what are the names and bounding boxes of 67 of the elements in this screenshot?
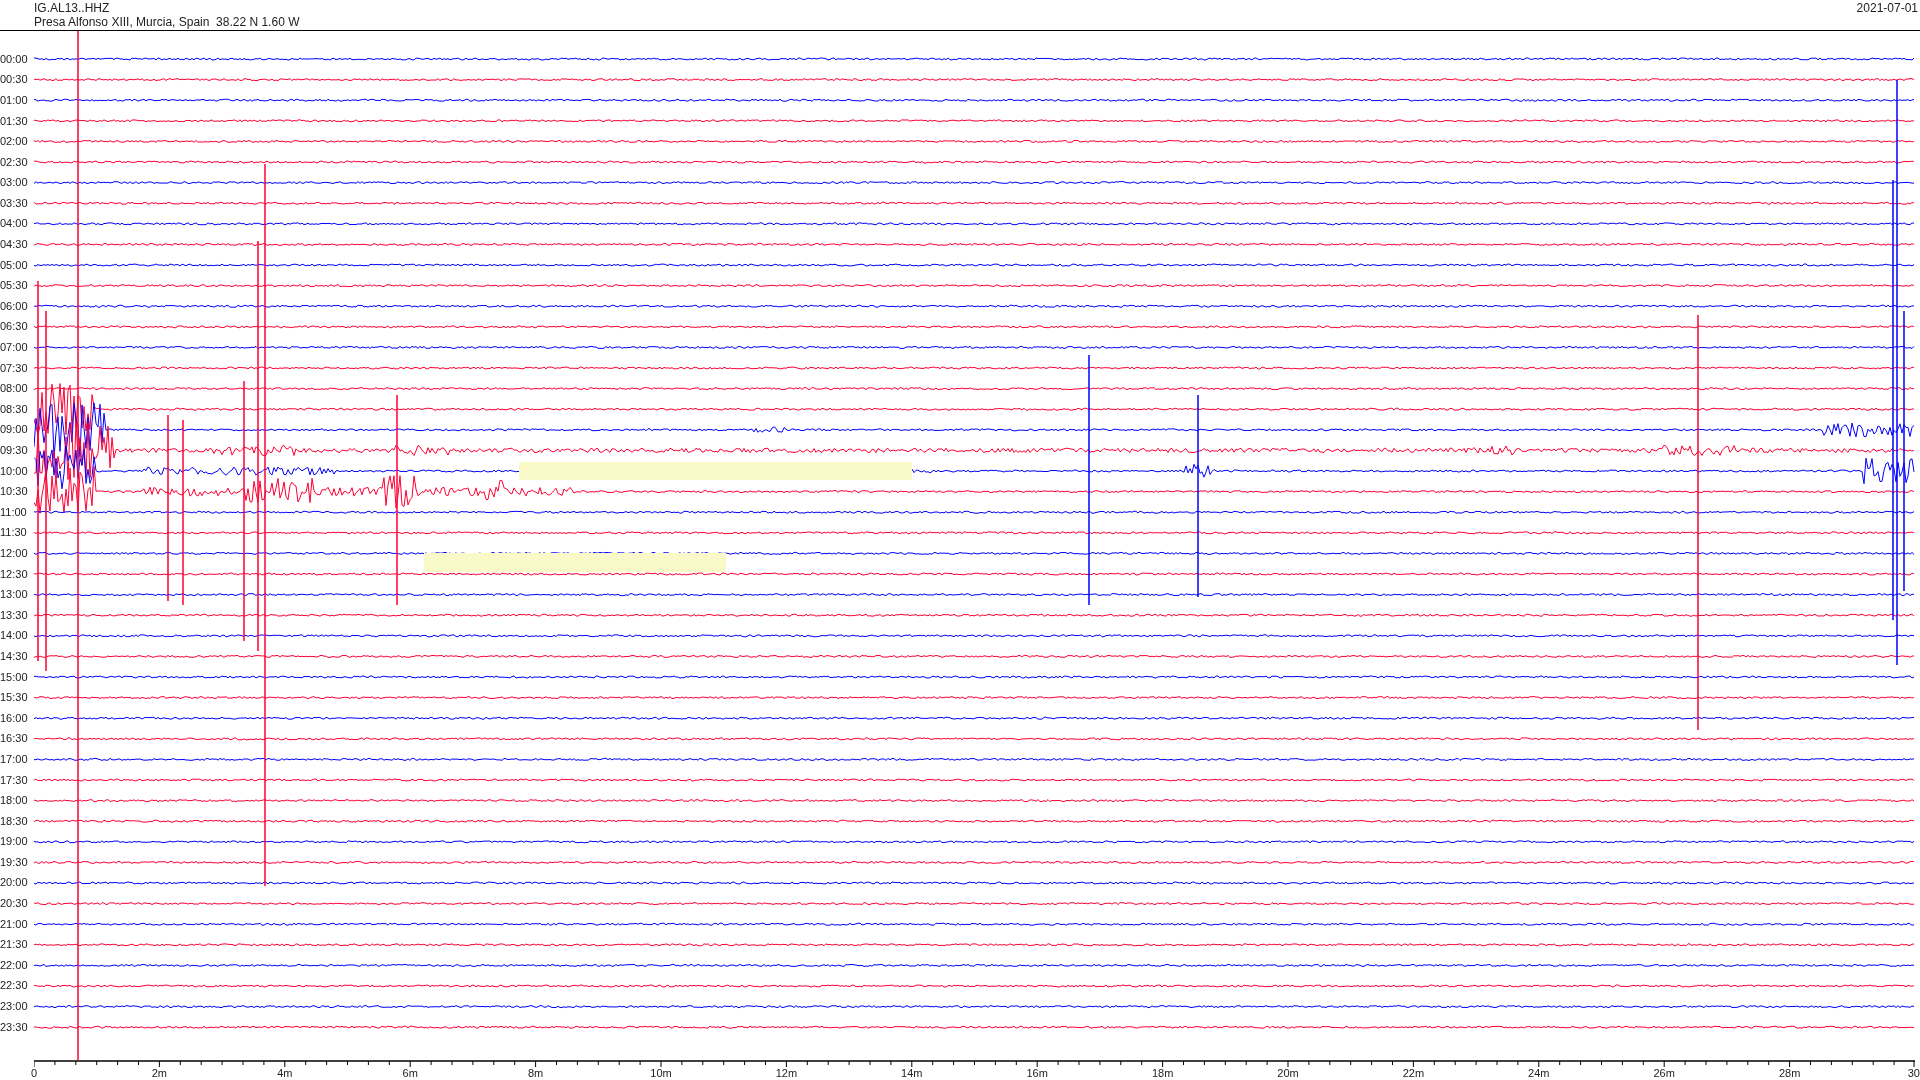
time-label: 10:00 — [0, 463, 28, 479]
time-label: 03:30 — [0, 195, 28, 211]
time-label: 13:00 — [0, 587, 28, 603]
time-label: 16:30 — [0, 731, 28, 747]
axis-tick-label: 0 — [31, 1067, 38, 1080]
time-label: 07:00 — [0, 340, 28, 356]
time-label: 13:30 — [0, 607, 28, 623]
time-label: 05:00 — [0, 257, 28, 273]
axis-tick-label: 6m — [402, 1067, 418, 1080]
time-label: 15:00 — [0, 669, 28, 685]
time-label: 09:00 — [0, 422, 28, 438]
axis-tick-label: 16m — [1026, 1067, 1048, 1080]
time-label: 01:30 — [0, 113, 28, 129]
time-label: 20:30 — [0, 896, 28, 912]
time-label: 21:00 — [0, 916, 28, 932]
axis-tick-label: 26m — [1653, 1067, 1675, 1080]
axis-tick-label: 22m — [1402, 1067, 1425, 1080]
axis-tick-label: 24m — [1528, 1067, 1550, 1080]
time-label: 12:30 — [0, 566, 28, 582]
axis-tick-label: 2m — [151, 1067, 168, 1080]
time-label: 06:30 — [0, 319, 28, 335]
time-label: 11:30 — [0, 525, 27, 541]
time-label: 05:30 — [0, 278, 28, 294]
time-label: 19:30 — [0, 854, 28, 870]
time-label: 00:00 — [0, 51, 28, 67]
time-label: 17:00 — [0, 751, 28, 767]
time-label: 02:30 — [0, 154, 28, 170]
time-label: 04:00 — [0, 216, 28, 232]
station-location: Presa Alfonso XIII, Murcia, Spain 38.22 N 1.60 W — [34, 15, 300, 29]
time-label: 01:00 — [0, 92, 28, 108]
time-label: 08:30 — [0, 401, 28, 417]
axis-tick-label: 18m — [1151, 1067, 1174, 1080]
axis-tick-label: 14m — [901, 1067, 923, 1080]
time-label: 23:00 — [0, 999, 28, 1015]
axis-tick-label: 28m — [1778, 1067, 1801, 1080]
time-label: 08:00 — [0, 381, 28, 397]
time-label: 10:30 — [0, 484, 28, 500]
time-label: 15:30 — [0, 690, 28, 706]
time-label: 20:00 — [0, 875, 28, 891]
time-label: 02:00 — [0, 134, 28, 150]
axis-tick-label: 8m — [527, 1067, 544, 1080]
time-label: 22:00 — [0, 957, 28, 973]
time-label: 18:30 — [0, 813, 28, 829]
time-label: 19:00 — [0, 834, 28, 850]
axis-tick-label: 20m — [1277, 1067, 1299, 1080]
time-label: 06:00 — [0, 298, 28, 314]
station-code: IG.AL13..HHZ — [34, 1, 111, 15]
time-label: 16:00 — [0, 710, 28, 726]
axis-tick-label: 30 — [1907, 1067, 1920, 1080]
time-label: 00:30 — [0, 72, 28, 88]
time-label: 11:00 — [0, 504, 27, 520]
plot-date: 2021-07-01 — [1856, 1, 1918, 17]
time-label: 12:00 — [0, 546, 28, 561]
time-label: 14:00 — [0, 628, 28, 644]
time-label: 18:00 — [0, 793, 28, 809]
time-label: 22:30 — [0, 978, 28, 994]
time-label: 04:30 — [0, 237, 28, 253]
axis-tick-label: 10m — [650, 1067, 672, 1080]
axis-tick-label: 4m — [277, 1067, 293, 1080]
time-label: 03:00 — [0, 175, 28, 191]
time-label: 23:30 — [0, 1019, 28, 1035]
time-label: 07:30 — [0, 360, 28, 376]
time-label: 14:30 — [0, 648, 28, 664]
axis-tick-label: 12m — [775, 1067, 798, 1080]
time-label: 17:30 — [0, 772, 28, 788]
time-label: 09:30 — [0, 443, 28, 458]
time-label: 21:30 — [0, 937, 28, 953]
